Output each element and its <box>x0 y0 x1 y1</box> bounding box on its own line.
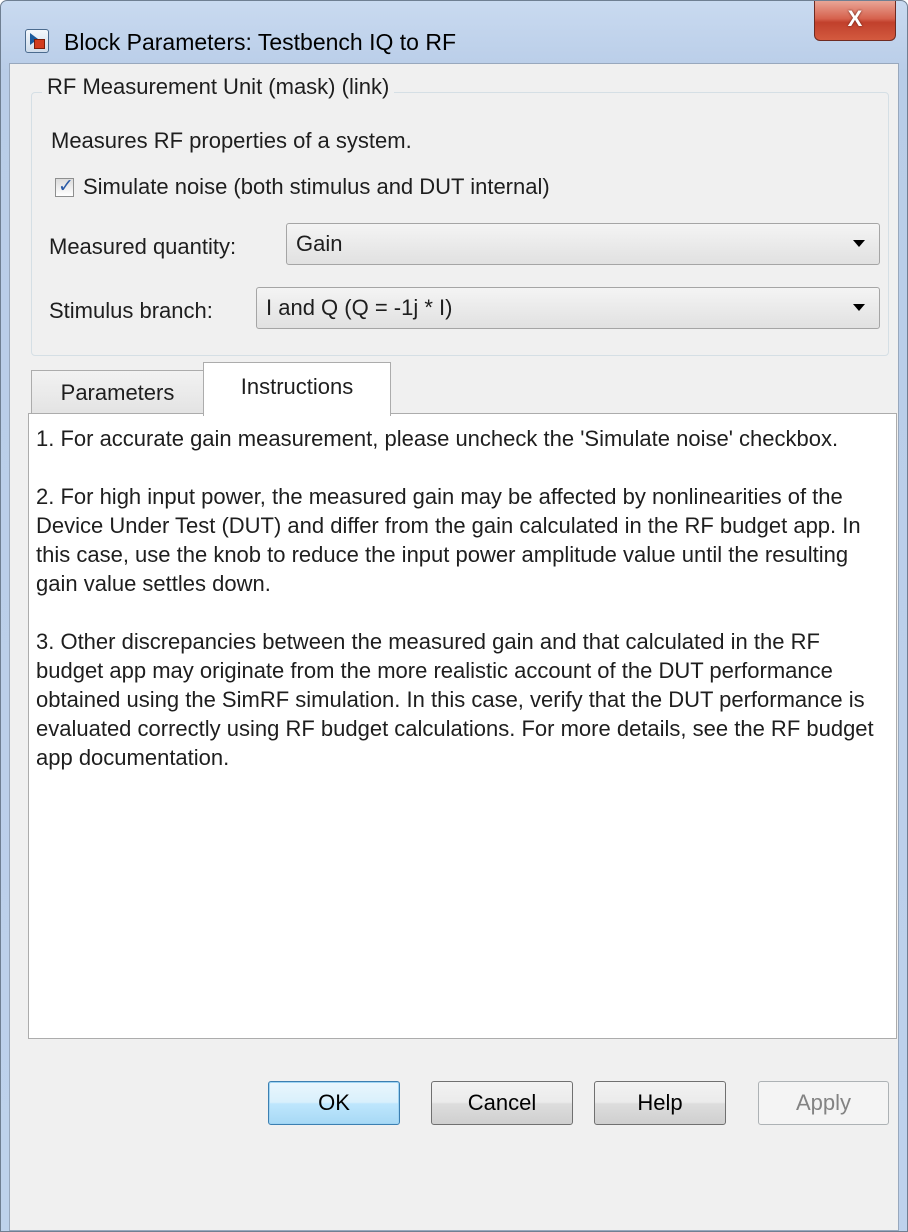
simulate-noise-checkbox[interactable]: ✓ <box>55 174 74 197</box>
instructions-panel: 1. For accurate gain measurement, please… <box>28 413 897 1039</box>
chevron-down-icon <box>853 240 865 247</box>
chevron-down-icon <box>853 304 865 311</box>
groupbox-title: RF Measurement Unit (mask) (link) <box>42 74 395 100</box>
instruction-item: 3. Other discrepancies between the measu… <box>36 629 874 770</box>
tab-instructions[interactable]: Instructions <box>203 362 391 416</box>
instruction-item: 1. For accurate gain measurement, please… <box>36 426 839 451</box>
window-title: Block Parameters: Testbench IQ to RF <box>64 29 457 55</box>
simulate-noise-row[interactable]: ✓ Simulate noise (both stimulus and DUT … <box>55 174 550 200</box>
app-icon-block <box>34 39 45 49</box>
measured-quantity-label: Measured quantity: <box>49 234 237 259</box>
instruction-item: 2. For high input power, the measured ga… <box>36 484 861 596</box>
dialog-window: Block Parameters: Testbench IQ to RF X R… <box>0 0 908 1232</box>
close-button[interactable]: X <box>814 1 896 41</box>
apply-button: Apply <box>758 1081 889 1125</box>
instructions-text: 1. For accurate gain measurement, please… <box>36 424 886 801</box>
simulink-block-icon[interactable] <box>25 29 49 53</box>
stimulus-branch-value: I and Q (Q = -1j * I) <box>266 295 453 320</box>
measured-quantity-dropdown[interactable]: Gain <box>286 223 880 265</box>
cancel-button[interactable]: Cancel <box>431 1081 573 1125</box>
ok-button[interactable]: OK <box>268 1081 400 1125</box>
checkmark-icon: ✓ <box>58 174 74 197</box>
dialog-client-area: RF Measurement Unit (mask) (link) Measur… <box>9 63 899 1231</box>
help-button[interactable]: Help <box>594 1081 726 1125</box>
stimulus-branch-label: Stimulus branch: <box>49 298 213 323</box>
tab-parameters[interactable]: Parameters <box>31 370 204 414</box>
stimulus-branch-dropdown[interactable]: I and Q (Q = -1j * I) <box>256 287 880 329</box>
simulate-noise-label[interactable]: Simulate noise (both stimulus and DUT in… <box>83 174 550 200</box>
measured-quantity-value: Gain <box>296 231 343 256</box>
close-icon: X <box>847 6 863 31</box>
mask-description: Measures RF properties of a system. <box>51 128 412 153</box>
